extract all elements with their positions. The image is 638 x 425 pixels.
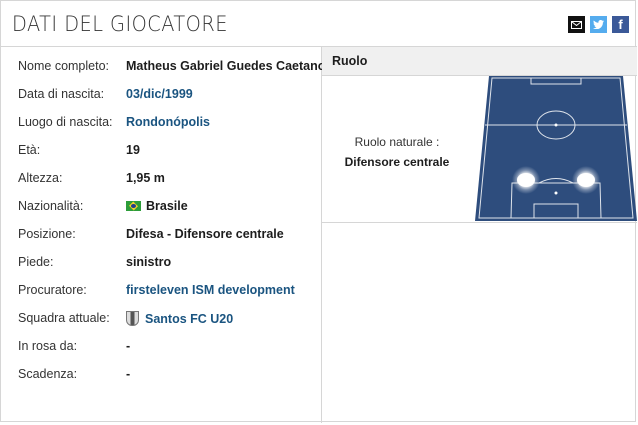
position-panel-header: Ruolo — [322, 47, 637, 76]
position-heading: Ruolo — [332, 54, 368, 68]
detail-row-full-name: Nome completo: Matheus Gabriel Guedes Ca… — [1, 54, 325, 82]
detail-label: In rosa da: — [18, 339, 78, 353]
position-panel-body: Ruolo naturale : Difensore centrale — [322, 76, 637, 223]
birth-date-link[interactable]: 03/dic/1999 — [126, 87, 193, 101]
player-data-card: DATI DEL GIOCATORE f Nome completo: Math… — [0, 0, 637, 423]
detail-value: Difesa - Difensore centrale — [126, 227, 284, 241]
detail-label: Età: — [18, 143, 41, 157]
nationality-value: Brasile — [126, 199, 188, 213]
pitch-diagram — [475, 76, 637, 221]
facebook-icon[interactable]: f — [612, 16, 629, 33]
detail-label: Procuratore: — [18, 283, 87, 297]
detail-value: 1,95 m — [126, 171, 165, 185]
current-club-link[interactable]: Santos FC U20 — [126, 311, 233, 326]
envelope-icon[interactable] — [568, 16, 585, 33]
detail-value: - — [126, 339, 131, 353]
detail-value: - — [126, 367, 131, 381]
detail-row-age: Età: 19 — [1, 138, 321, 166]
details-panel: Nome completo: Matheus Gabriel Guedes Ca… — [1, 47, 325, 423]
detail-row-current-club: Squadra attuale: Santos FC U20 — [1, 306, 321, 334]
detail-row-birth-place: Luogo di nascita: Rondonópolis — [1, 110, 321, 138]
facebook-glyph: f — [618, 17, 623, 32]
twitter-icon[interactable] — [590, 16, 607, 33]
detail-row-height: Altezza: 1,95 m — [1, 166, 321, 194]
detail-label: Nome completo: — [18, 59, 110, 73]
agent-link[interactable]: firsteleven ISM development — [126, 283, 295, 297]
nationality-text: Brasile — [146, 199, 188, 213]
natural-position-label: Ruolo naturale : — [354, 135, 440, 149]
detail-row-agent: Procuratore: firsteleven ISM development — [1, 278, 321, 306]
detail-label: Nazionalità: — [18, 199, 84, 213]
detail-label: Scadenza: — [18, 367, 78, 381]
detail-label: Data di nascita: — [18, 87, 105, 101]
natural-position-value: Difensore centrale — [344, 155, 450, 169]
birth-place-link[interactable]: Rondonópolis — [126, 115, 210, 129]
detail-value: 19 — [126, 143, 140, 157]
position-panel: Ruolo Ruolo naturale : Difensore central… — [322, 47, 637, 423]
detail-label: Luogo di nascita: — [18, 115, 113, 129]
detail-row-joined: In rosa da: - — [1, 334, 321, 362]
detail-label: Squadra attuale: — [18, 311, 110, 325]
page-title: DATI DEL GIOCATORE — [12, 12, 228, 36]
detail-label: Piede: — [18, 255, 54, 269]
card-header: DATI DEL GIOCATORE f — [1, 1, 637, 47]
detail-row-contract-expiry: Scadenza: - — [1, 362, 321, 390]
club-name: Santos FC U20 — [145, 311, 234, 326]
detail-label: Altezza: — [18, 171, 63, 185]
detail-value: sinistro — [126, 255, 172, 269]
detail-row-foot: Piede: sinistro — [1, 250, 321, 278]
club-crest-icon — [126, 311, 139, 326]
brazil-flag-icon — [126, 201, 141, 211]
pitch-surface — [475, 76, 637, 221]
detail-row-nationality: Nazionalità: Brasile — [1, 194, 321, 222]
detail-row-birth-date: Data di nascita: 03/dic/1999 — [1, 82, 321, 110]
detail-row-position: Posizione: Difesa - Difensore centrale — [1, 222, 321, 250]
detail-value: Matheus Gabriel Guedes Caetano — [126, 59, 326, 73]
detail-label: Posizione: — [18, 227, 76, 241]
